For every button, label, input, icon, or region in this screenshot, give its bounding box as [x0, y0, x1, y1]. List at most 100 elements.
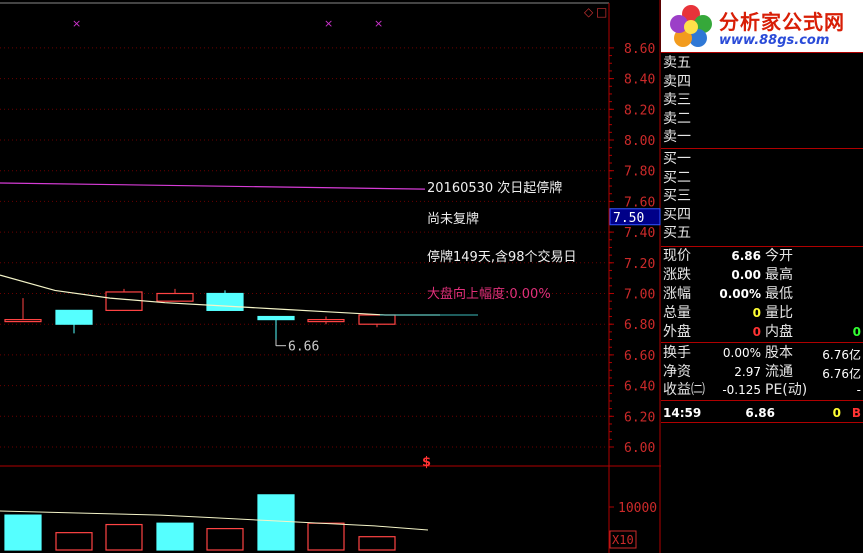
candle-body: [156, 292, 194, 302]
quote-label: 涨跌: [663, 267, 691, 283]
top-x-marker: ×: [324, 17, 333, 30]
order-buy-level[interactable]: 买一: [663, 150, 691, 168]
site-logo: 分析家公式网 www.88gs.com: [661, 0, 863, 52]
price-tick-label: 7.80: [624, 165, 655, 180]
ma-long-line: [0, 182, 426, 190]
quote-label: 涨幅: [663, 286, 691, 302]
candle-body: [4, 318, 42, 323]
current-price-tag-label: 7.50: [613, 211, 644, 226]
candle-body: [257, 315, 295, 321]
candle-body: [206, 292, 244, 311]
quote-right-value: 0: [852, 325, 861, 339]
tick-flag: B: [851, 406, 861, 420]
tick-price: 6.86: [745, 406, 775, 420]
price-tick-label: 6.60: [624, 349, 655, 364]
fundamental-label: 净资: [663, 363, 691, 380]
order-buy-level[interactable]: 买三: [663, 187, 691, 205]
price-tick-label: 6.40: [624, 380, 655, 395]
price-tick-label: 8.40: [624, 73, 655, 88]
price-tick-label: 7.00: [624, 288, 655, 303]
panel-divider-line: [661, 148, 863, 149]
quote-panel: 分析家公式网 www.88gs.com 卖五 卖四 卖三 卖二 卖一买一 买二 买三 买四 买五…: [661, 0, 863, 553]
price-tick-label: 8.20: [624, 103, 655, 118]
quote-value: 0: [752, 325, 761, 339]
price-tick-label: 6.00: [624, 441, 655, 456]
top-x-marker: ×: [72, 17, 81, 30]
order-sell-level[interactable]: 卖一: [663, 128, 691, 146]
annotation-market-change: 大盘向上幅度:0.00%: [427, 286, 551, 302]
quote-right-label: 最高: [765, 267, 793, 283]
panel-divider-line: [661, 246, 863, 247]
candle-body: [55, 309, 93, 325]
top-x-marker: ×: [374, 17, 383, 30]
volume-bar: [206, 527, 244, 551]
tick-time: 14:59: [663, 406, 702, 420]
fundamental-right-value: 6.76亿: [822, 366, 861, 381]
order-buy-level[interactable]: 买二: [663, 169, 691, 187]
order-sell-level[interactable]: 卖五: [663, 54, 691, 72]
volume-bar: [105, 523, 143, 551]
annotation-suspend-date: 20160530 次日起停牌: [427, 180, 562, 196]
volume-bar: [358, 536, 396, 551]
fundamental-label: 收益㈡: [663, 382, 705, 399]
candle-body: [105, 291, 143, 311]
quote-right-label: 今开: [765, 248, 793, 264]
low-marker-label: 6.66: [288, 340, 319, 355]
fundamental-right-label: PE(动): [765, 382, 808, 399]
quote-value: 0.00: [731, 268, 761, 282]
price-tick-label: 8.60: [624, 42, 655, 57]
diamond-icon: ◇: [584, 5, 594, 19]
annotation-suspend-days: 停牌149天,含98个交易日: [427, 249, 577, 265]
quote-right-label: 量比: [765, 305, 793, 321]
fundamental-right-label: 股本: [765, 345, 793, 361]
volume-bar: [307, 522, 345, 551]
chart-area[interactable]: 8.60 8.40 8.20 8.00 7.80 7.60 7.40 7.20 7.00 6.80…: [0, 0, 661, 553]
volume-ma-line: [0, 510, 429, 531]
volume-bar: [156, 522, 194, 551]
candle-body: [307, 318, 345, 323]
price-tick-label: 7.40: [624, 226, 655, 241]
panel-divider-line: [661, 342, 863, 343]
price-tick-label: 6.80: [624, 318, 655, 333]
fundamental-right-value: -: [856, 383, 861, 398]
price-tick-label: 6.20: [624, 410, 655, 425]
quote-value: 0.00%: [719, 287, 761, 301]
order-buy-level[interactable]: 买四: [663, 206, 691, 224]
quote-label: 现价: [663, 248, 691, 264]
panel-divider-line: [661, 52, 863, 53]
volume-bar: [4, 514, 42, 551]
price-tick-label: 7.60: [624, 195, 655, 210]
quote-value: 0: [752, 306, 761, 320]
volume-scale-label: X10: [612, 533, 634, 547]
quote-right-label: 最低: [765, 286, 793, 302]
fundamental-right-value: 6.76亿: [822, 348, 861, 362]
order-buy-level[interactable]: 买五: [663, 224, 691, 242]
fundamental-value: 2.97: [734, 364, 761, 379]
volume-bar: [55, 532, 93, 551]
order-sell-level[interactable]: 卖四: [663, 73, 691, 91]
quote-value: 6.86: [731, 249, 761, 263]
dollar-marker: $: [422, 455, 431, 470]
logo-url: www.88gs.com: [719, 33, 830, 48]
square-icon: □: [596, 5, 607, 19]
logo-title: 分析家公式网: [719, 10, 845, 34]
panel-divider-line: [661, 400, 863, 401]
order-sell-level[interactable]: 卖三: [663, 91, 691, 109]
fundamental-value: 0.00%: [722, 346, 761, 360]
tick-volume: 0: [832, 406, 841, 420]
annotation-not-resumed: 尚未复牌: [427, 211, 479, 227]
quote-right-label: 内盘: [765, 324, 793, 340]
volume-bar: [257, 494, 295, 551]
quote-label: 外盘: [663, 324, 691, 340]
volume-axis-label: 10000: [618, 501, 657, 516]
flower-logo-icon: [670, 5, 712, 47]
fundamental-right-label: 流通: [765, 363, 793, 380]
panel-divider-line: [661, 422, 863, 423]
order-sell-level[interactable]: 卖二: [663, 110, 691, 128]
quote-label: 总量: [663, 305, 691, 321]
candle-body: [358, 314, 396, 325]
price-tick-label: 7.20: [624, 257, 655, 272]
price-tick-label: 8.00: [624, 134, 655, 149]
fundamental-value: -0.125: [722, 383, 761, 398]
fundamental-label: 换手: [663, 345, 691, 361]
